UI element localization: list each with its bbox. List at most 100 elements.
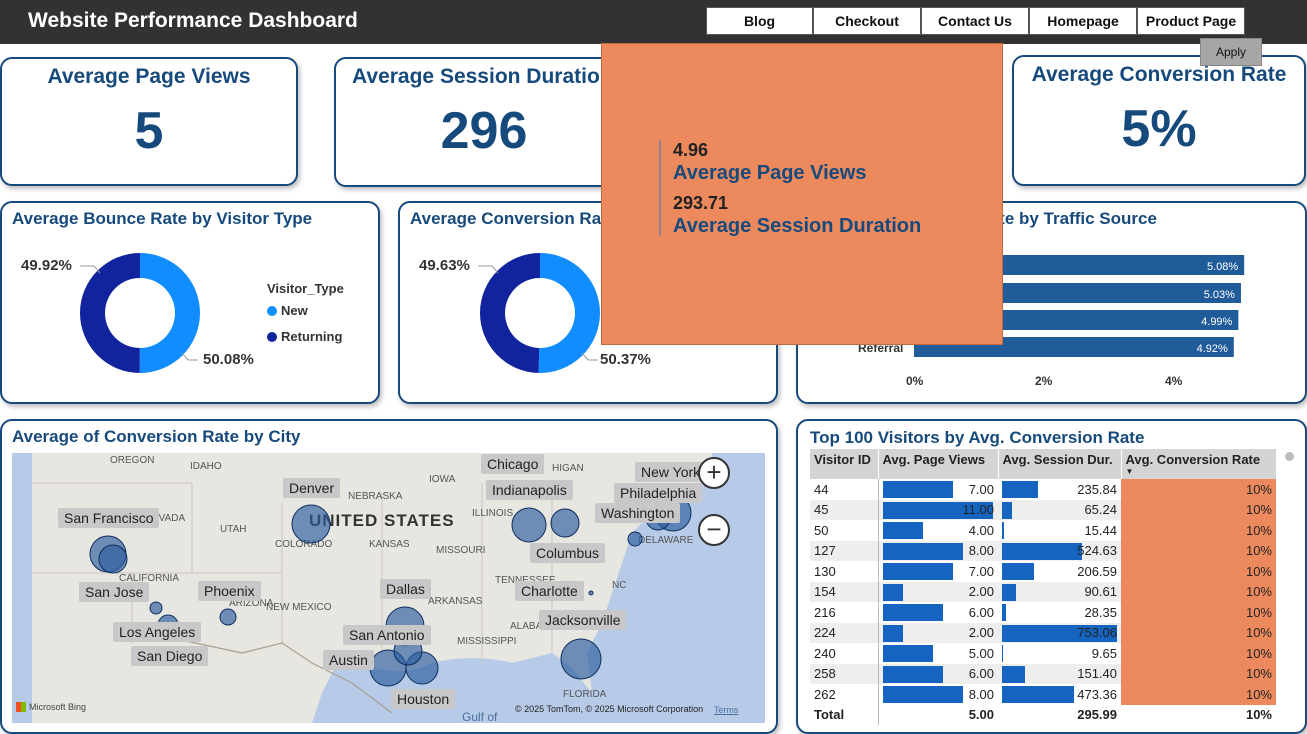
tab-homepage[interactable]: Homepage [1029,7,1137,35]
column-header-label: Avg. Conversion Rate [1125,452,1261,467]
apply-button[interactable]: Apply [1200,38,1262,66]
city-label-indianapolis[interactable]: Indianapolis [486,480,573,500]
page-navigation: Blog Checkout Contact Us Homepage Produc… [706,7,1245,35]
column-header-conversion-rate[interactable]: Avg. Conversion Rate ▼ [1120,449,1276,479]
cell-value: 2.00 [968,625,994,641]
cell-value: 4.00 [968,522,994,538]
cell-value: 90.61 [1084,584,1117,600]
tooltip-page-views-label: Average Page Views [673,162,867,184]
total-conversion-rate: 10% [1245,707,1272,722]
city-label-san-antonio[interactable]: San Antonio [343,625,431,645]
cell-page-views: 7.00 [877,561,998,582]
city-label-washington[interactable]: Washington [595,503,681,523]
tooltip-session-value: 293.71 [673,193,729,213]
session-duration-bar [1002,583,1016,601]
city-label-san-diego[interactable]: San Diego [131,646,209,666]
donut-slice-returning[interactable] [80,253,140,373]
city-label-philadelphia[interactable]: Philadelphia [614,483,703,503]
column-header-visitor-id[interactable]: Visitor ID [810,449,878,479]
city-label-chicago[interactable]: Chicago [481,454,545,474]
table-row[interactable]: 127 8.00 524.63 10% [810,540,1276,561]
cell-conversion-rate: 10% [1121,684,1276,705]
city-label-austin[interactable]: Austin [323,650,374,670]
traffic-bar-label: 4.99% [1201,316,1232,328]
session-duration-bar [1002,665,1026,683]
city-label-jacksonville[interactable]: Jacksonville [539,610,627,630]
table-row[interactable]: 130 7.00 206.59 10% [810,561,1276,582]
city-label-denver[interactable]: Denver [283,478,341,498]
city-label-phoenix[interactable]: Phoenix [198,581,261,601]
donut-slice-new[interactable] [139,253,201,373]
cell-session-duration: 206.59 [998,561,1121,582]
table-row[interactable]: 258 6.00 151.40 10% [810,663,1276,684]
page-views-bar [882,542,963,560]
city-label-new-york[interactable]: New York [635,462,707,482]
donut-label-returning: 49.63% [419,257,470,274]
cell-session-duration: 65.24 [998,499,1121,520]
cell-value: 206.59 [1077,563,1117,579]
cell-page-views: 4.00 [877,520,998,541]
table-row[interactable]: 240 5.00 9.65 10% [810,643,1276,664]
zoom-in-button[interactable]: + [698,457,730,489]
cell-value: 151.40 [1077,666,1117,682]
city-label-dallas[interactable]: Dallas [380,579,431,599]
cell-visitor-id: 258 [810,663,878,684]
table-row[interactable]: 50 4.00 15.44 10% [810,520,1276,541]
cell-visitor-id: 45 [810,499,878,520]
city-label-san-francisco[interactable]: San Francisco [58,508,160,528]
cell-conversion-rate: 10% [1121,643,1276,664]
cell-conversion-rate: 10% [1121,622,1276,643]
scrollbar-handle[interactable] [1285,452,1294,461]
cell-session-duration: 90.61 [998,581,1121,602]
page-views-bar [882,604,943,621]
cell-conversion-rate: 10% [1121,561,1276,582]
kpi-title: Average Conversion Rate [1031,63,1287,86]
cell-session-duration: 473.36 [998,684,1121,705]
table-row[interactable]: 154 2.00 90.61 10% [810,581,1276,602]
city-map[interactable]: OREGON IDAHO NEBRASKA IOWA ILLINOIS UTAH… [12,453,765,723]
tab-checkout[interactable]: Checkout [813,7,921,35]
city-label-houston[interactable]: Houston [391,689,456,709]
donut-slice-returning[interactable] [479,253,540,373]
legend-item-returning[interactable]: Returning [267,329,342,344]
column-header-session-duration[interactable]: Avg. Session Dur. [997,449,1121,479]
table-row[interactable]: 44 7.00 235.84 10% [810,479,1276,500]
legend-item-new[interactable]: New [267,303,308,318]
table-row[interactable]: 216 6.00 28.35 10% [810,602,1276,623]
city-label-charlotte[interactable]: Charlotte [515,581,584,601]
donut-label-new: 50.08% [203,351,254,368]
visitors-table: Visitor ID Avg. Page Views Avg. Session … [810,449,1276,725]
kpi-card-session-duration: Average Session Duration 296 [334,57,634,187]
cell-visitor-id: 262 [814,686,836,702]
donut-slice-new[interactable] [538,253,600,373]
map-terms-link[interactable]: Terms [714,705,739,715]
legend-dot [267,331,277,342]
donut-label-returning: 49.92% [21,257,72,274]
city-label-san-jose[interactable]: San Jose [79,582,150,602]
table-row[interactable]: 45 11.00 65.24 10% [810,499,1276,520]
bounce-rate-card: Average Bounce Rate by Visitor Type 49.9… [0,201,380,404]
cell-visitor-id: 216 [814,604,836,620]
sort-descending-icon: ▼ [1125,467,1134,476]
tab-blog[interactable]: Blog [706,7,813,35]
cell-value: 473.36 [1077,686,1117,702]
kpi-card-page-views: Average Page Views 5 [0,57,298,186]
donut-label-new: 50.37% [600,351,651,368]
kpi-title: Average Page Views [47,65,251,88]
zoom-out-button[interactable]: − [698,514,730,546]
table-row[interactable]: 262 8.00 473.36 10% [810,684,1276,705]
cell-page-views: 5.00 [877,643,998,664]
page-views-bar [882,645,933,662]
table-row[interactable]: 224 2.00 753.06 10% [810,622,1276,643]
table-header-row: Visitor ID Avg. Page Views Avg. Session … [810,449,1276,479]
tab-product-page[interactable]: Product Page [1137,7,1245,35]
cell-value: 2.00 [968,584,994,600]
cell-session-duration: 15.44 [998,520,1121,541]
tab-contact-us[interactable]: Contact Us [921,7,1029,35]
city-label-columbus[interactable]: Columbus [530,543,606,563]
column-header-page-views[interactable]: Avg. Page Views [877,449,998,479]
page-views-bar [882,583,903,601]
tooltip-session-label: Average Session Duration [673,215,922,237]
city-label-los-angeles[interactable]: Los Angeles [113,622,202,642]
cell-visitor-id: 50 [814,522,829,538]
